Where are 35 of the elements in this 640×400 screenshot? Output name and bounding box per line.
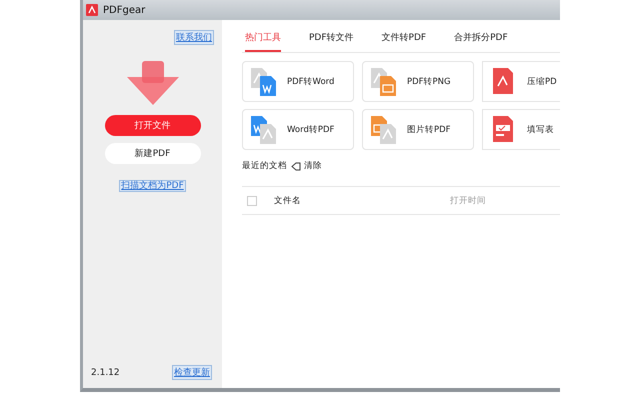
file-icon xyxy=(371,68,397,96)
file-icon xyxy=(371,116,397,144)
tool-card[interactable]: 图片转PDF xyxy=(362,109,474,150)
download-arrow-icon xyxy=(126,61,178,107)
open-file-button[interactable]: 打开文件 xyxy=(104,115,200,136)
tool-label: PDF转Word xyxy=(287,76,334,88)
tool-card[interactable]: 压缩PD xyxy=(482,61,560,102)
tool-label: 填写表 xyxy=(527,124,554,136)
column-header: 文件名 xyxy=(274,194,302,206)
column-header: 打开时间 xyxy=(450,194,486,206)
tool-label: 压缩PD xyxy=(527,76,557,88)
eraser-icon xyxy=(291,162,301,170)
new-pdf-button[interactable]: 新建PDF xyxy=(104,143,200,164)
version-number: 2.1.12 xyxy=(91,368,120,378)
scan-document-link[interactable]: 扫描文档为PDF xyxy=(119,180,186,192)
tool-label: 图片转PDF xyxy=(407,124,451,136)
tool-label: Word转PDF xyxy=(287,124,334,136)
check-update-link[interactable]: 检查更新 xyxy=(172,365,212,380)
app-logo-icon xyxy=(86,4,98,16)
tool-card[interactable]: PDF转PNG xyxy=(362,61,474,102)
select-all-checkbox[interactable] xyxy=(247,196,257,206)
file-icon xyxy=(251,68,277,96)
tool-card[interactable]: Word转PDF xyxy=(242,109,354,150)
tab[interactable]: 合并拆分PDF xyxy=(454,28,508,52)
tab[interactable]: 文件转PDF xyxy=(382,28,426,52)
tab[interactable]: 热门工具 xyxy=(245,28,281,52)
window-title: PDFgear xyxy=(103,4,146,16)
tool-card[interactable]: 填写表 xyxy=(482,109,560,150)
contact-link[interactable]: 联系我们 xyxy=(174,30,214,45)
tool-label: PDF转PNG xyxy=(407,76,451,88)
tab[interactable]: PDF转文件 xyxy=(309,28,354,52)
tool-card[interactable]: PDF转Word xyxy=(242,61,354,102)
clear-button[interactable]: 清除 xyxy=(291,160,322,172)
recent-documents-heading: 最近的文档 xyxy=(242,160,287,172)
file-icon xyxy=(251,116,277,144)
